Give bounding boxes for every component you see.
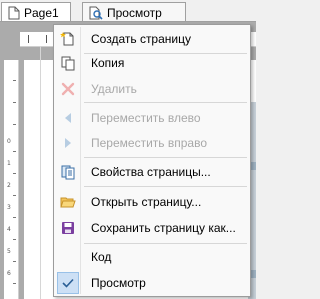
ruler-tick: [13, 173, 16, 174]
menu-item-create-page[interactable]: Создать страницу: [56, 27, 248, 51]
ruler-tick: [13, 151, 16, 152]
arrow-right-icon: [56, 131, 80, 155]
menu-item-open-page[interactable]: Открыть страницу...: [56, 190, 248, 214]
menu-separator: [84, 186, 247, 187]
ruler-tick: [13, 195, 16, 196]
ruler-number: 0: [7, 138, 11, 145]
floppy-disk-icon: [56, 216, 80, 240]
menu-item-label: Открыть страницу...: [91, 195, 202, 209]
tab-strip: Page1 Просмотр: [0, 0, 256, 22]
page-properties-icon: [56, 160, 80, 184]
ruler-number: 5: [7, 248, 11, 255]
menu-item-label: Переместить вправо: [91, 136, 207, 150]
menu-item-delete[interactable]: Удалить: [56, 77, 248, 101]
ruler-tick: [13, 239, 16, 240]
menu-item-label: Код: [91, 250, 112, 264]
menu-item-code[interactable]: Код: [56, 245, 248, 269]
new-page-icon: [56, 27, 80, 51]
ruler-number: 4: [7, 226, 11, 233]
ruler-number: 1: [7, 160, 11, 167]
page-context-menu: Создать страницу Копия Удалить Перемести…: [53, 24, 251, 297]
menu-separator: [84, 102, 247, 103]
menu-item-label: Сохранить страницу как...: [91, 221, 236, 235]
page-margin-line: [40, 46, 41, 299]
menu-item-move-left[interactable]: Переместить влево: [56, 106, 248, 130]
ruler-marker: [28, 35, 29, 43]
ruler-tick: [13, 124, 16, 125]
menu-item-label: Создать страницу: [91, 32, 191, 46]
copy-icon: [56, 51, 80, 75]
menu-item-page-properties[interactable]: Свойства страницы...: [56, 160, 248, 184]
ruler-number: 3: [7, 204, 11, 211]
arrow-left-icon: [56, 106, 80, 130]
tab-preview[interactable]: Просмотр: [82, 2, 186, 22]
open-folder-icon: [56, 190, 80, 214]
menu-item-label: Свойства страницы...: [91, 165, 211, 179]
menu-item-preview[interactable]: Просмотр: [56, 271, 248, 295]
ruler-tick: [13, 217, 16, 218]
ruler-tick: [13, 102, 16, 103]
ruler-tick: [13, 261, 16, 262]
tab-preview-label: Просмотр: [107, 5, 162, 20]
menu-separator: [84, 243, 247, 244]
menu-item-label: Копия: [91, 56, 125, 70]
tab-page1-label: Page1: [24, 5, 59, 20]
menu-item-copy[interactable]: Копия: [56, 51, 248, 75]
menu-item-label: Просмотр: [91, 276, 146, 290]
menu-item-save-page-as[interactable]: Сохранить страницу как...: [56, 216, 248, 240]
empty-icon-slot: [56, 245, 80, 269]
checkmark-icon: [57, 272, 79, 294]
delete-x-icon: [56, 77, 80, 101]
ruler-marker: [46, 35, 47, 43]
menu-item-label: Переместить влево: [91, 111, 201, 125]
menu-item-move-right[interactable]: Переместить вправо: [56, 131, 248, 155]
tab-page1[interactable]: Page1: [1, 2, 71, 22]
page-icon: [8, 6, 20, 19]
ruler-tick: [13, 80, 16, 81]
menu-item-label: Удалить: [91, 82, 137, 96]
ruler-tick: [13, 283, 16, 284]
ruler-number: 6: [7, 270, 11, 277]
magnifier-icon: [89, 6, 103, 20]
vertical-ruler: 0 1 2 3 4 5 6: [4, 60, 19, 299]
menu-separator: [84, 157, 247, 158]
ruler-number: 2: [7, 182, 11, 189]
